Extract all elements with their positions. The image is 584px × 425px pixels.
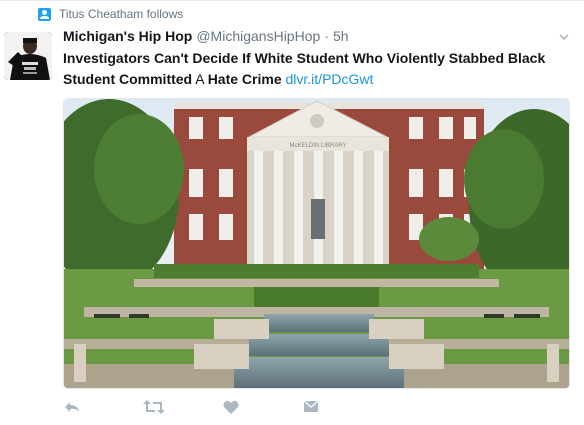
tweet-header: Michigan's Hip Hop @MichigansHipHop · 5h [63,28,349,44]
tweet-actions [63,397,383,417]
social-context: Titus Cheatham follows [38,7,183,21]
like-icon [223,400,239,414]
reply-icon [65,402,79,412]
retweet-icon [143,400,165,414]
tweet-text: Investigators Can't Decide If White Stud… [63,48,568,90]
tweet-image[interactable]: McKELDIN LIBRARY [63,98,570,389]
direct-message-icon [303,399,319,412]
tweet-text-headline-end: Hate Crime [207,71,282,87]
social-context-text: Titus Cheatham follows [59,7,184,21]
like-button[interactable] [223,397,303,417]
person-icon [38,7,51,21]
timestamp[interactable]: 5h [333,28,349,44]
tweet[interactable]: Titus Cheatham follows Michigan's Hip Ho… [0,0,584,425]
avatar[interactable] [4,32,52,80]
username[interactable]: @MichigansHipHop [196,28,320,44]
display-name[interactable]: Michigan's Hip Hop [63,28,192,44]
tweet-text-plain: A [192,71,208,87]
chevron-down-icon[interactable] [558,31,570,43]
reply-button[interactable] [63,397,143,417]
direct-message-button[interactable] [303,397,383,417]
retweet-button[interactable] [143,397,223,417]
tweet-link[interactable]: dlvr.it/PDcGwt [286,71,374,87]
separator: · [324,28,329,44]
building-sign: McKELDIN LIBRARY [290,143,347,149]
